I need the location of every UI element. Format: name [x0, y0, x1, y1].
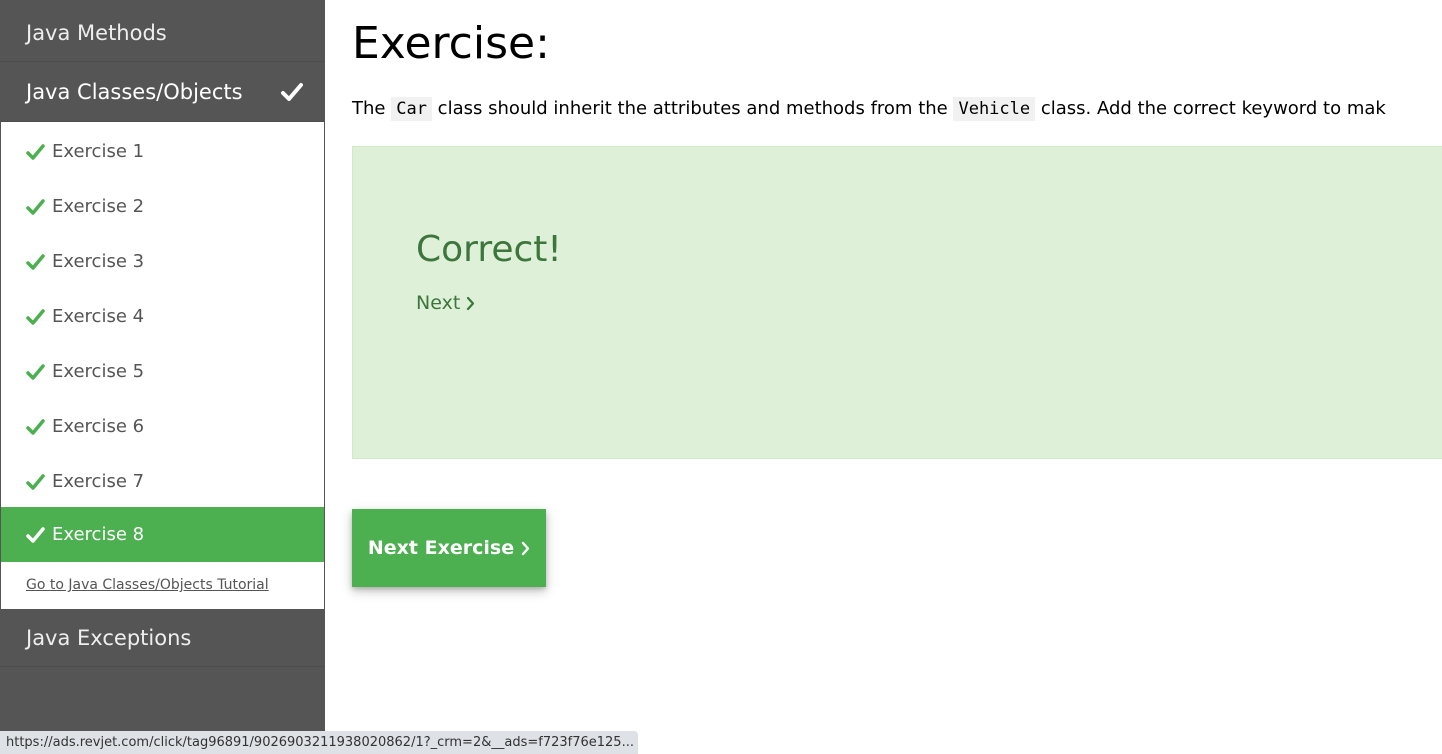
exercise-item-5[interactable]: Exercise 5	[1, 344, 324, 399]
exercise-list: Exercise 1 Exercise 2 Exercise 3 Exercis…	[1, 122, 324, 609]
correct-heading: Correct!	[416, 229, 562, 270]
sidebar: Java Methods Java Classes/Objects Exerci…	[0, 0, 325, 754]
exercise-item-2[interactable]: Exercise 2	[1, 179, 324, 234]
next-link-label: Next	[416, 292, 461, 314]
main-content: Exercise: The Car class should inherit t…	[325, 0, 1442, 754]
checkmark-icon	[26, 473, 45, 490]
checkmark-icon	[281, 82, 303, 101]
exercise-item-6[interactable]: Exercise 6	[1, 399, 324, 454]
exercise-item-7[interactable]: Exercise 7	[1, 454, 324, 509]
page-title: Exercise:	[352, 18, 550, 69]
sidebar-category-java-exceptions[interactable]: Java Exceptions	[0, 609, 325, 667]
instruction-text: The	[352, 98, 386, 119]
sidebar-category-label: Java Methods	[26, 20, 167, 45]
checkmark-icon	[26, 418, 45, 435]
exercise-label: Exercise 6	[52, 416, 145, 437]
result-panel: Correct! Next	[352, 146, 1442, 459]
exercise-item-3[interactable]: Exercise 3	[1, 234, 324, 289]
code-vehicle: Vehicle	[953, 97, 1036, 121]
chevron-right-icon	[467, 296, 475, 310]
exercise-item-1[interactable]: Exercise 1	[1, 124, 324, 179]
exercise-instruction: The Car class should inherit the attribu…	[352, 96, 1386, 122]
sidebar-category-java-classes-objects[interactable]: Java Classes/Objects	[0, 62, 325, 122]
instruction-text: class should inherit the attributes and …	[437, 98, 948, 119]
exercise-label: Exercise 4	[52, 306, 145, 327]
sidebar-category-label: Java Exceptions	[26, 625, 192, 650]
next-exercise-button[interactable]: Next Exercise	[352, 509, 546, 587]
exercise-label: Exercise 5	[52, 361, 145, 382]
tutorial-link[interactable]: Go to Java Classes/Objects Tutorial	[26, 577, 269, 593]
exercise-label: Exercise 7	[52, 471, 145, 492]
sidebar-category-label: Java Classes/Objects	[26, 79, 243, 104]
exercise-item-8-active[interactable]: Exercise 8	[1, 507, 324, 562]
code-car: Car	[391, 97, 432, 121]
checkmark-icon	[26, 308, 45, 325]
exercise-label: Exercise 8	[52, 524, 145, 545]
exercise-label: Exercise 3	[52, 251, 145, 272]
exercise-label: Exercise 2	[52, 196, 145, 217]
status-bar-url: https://ads.revjet.com/click/tag96891/90…	[0, 731, 638, 754]
checkmark-icon	[26, 363, 45, 380]
exercise-item-4[interactable]: Exercise 4	[1, 289, 324, 344]
instruction-text: class. Add the correct keyword to mak	[1040, 98, 1386, 119]
next-exercise-label: Next Exercise	[367, 537, 515, 559]
chevron-right-icon	[521, 541, 530, 555]
checkmark-icon	[26, 526, 45, 543]
next-link[interactable]: Next	[416, 292, 475, 314]
sidebar-category-java-methods[interactable]: Java Methods	[0, 4, 325, 62]
checkmark-icon	[26, 253, 45, 270]
checkmark-icon	[26, 198, 45, 215]
exercise-label: Exercise 1	[52, 141, 145, 162]
checkmark-icon	[26, 143, 45, 160]
